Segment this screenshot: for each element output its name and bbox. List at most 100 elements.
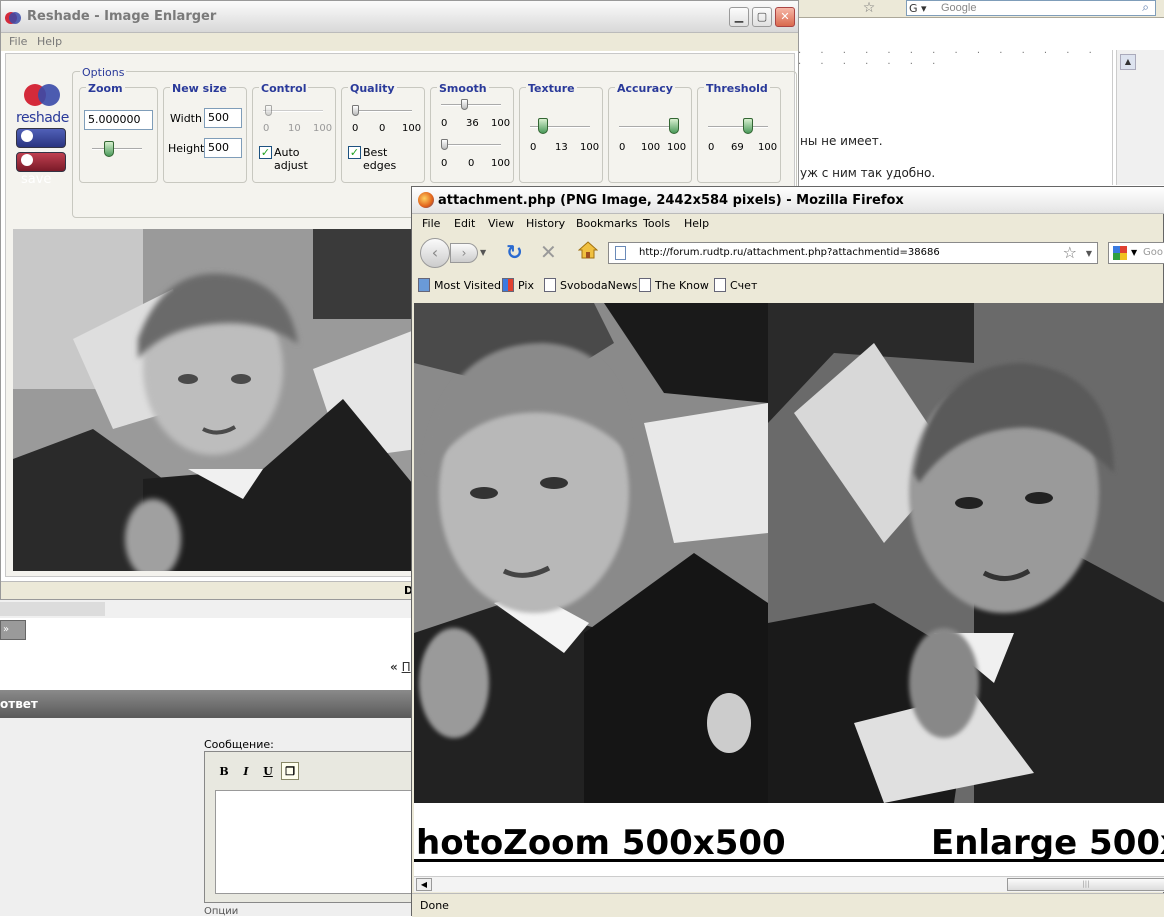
page-icon (615, 246, 626, 260)
background-scrollbar[interactable]: ▲ (1116, 50, 1164, 185)
scroll-up-icon[interactable]: ▲ (1120, 54, 1136, 70)
quality-slider-track[interactable] (352, 110, 412, 112)
menu-file[interactable]: File (9, 35, 27, 48)
caption-left: hotoZoom 500x500 (416, 823, 786, 863)
back-button[interactable]: ‹ (420, 238, 450, 268)
auto-adjust-checkbox[interactable]: ✓ (259, 146, 272, 159)
background-nav-link[interactable]: « П (390, 660, 411, 674)
firefox-menubar: File Edit View History Bookmarks Tools H… (412, 214, 1164, 234)
message-editor: B I U ❐ (204, 751, 413, 903)
zoom-input[interactable]: 5.000000 (84, 110, 153, 130)
smooth-slider-1-thumb[interactable] (461, 99, 468, 110)
firefox-statusbar: Done (412, 893, 1164, 917)
home-icon[interactable] (578, 241, 598, 259)
texture-mid: 13 (555, 142, 568, 153)
ff-menu-view[interactable]: View (488, 217, 514, 230)
width-input[interactable]: 500 (204, 108, 242, 128)
bookmark-schet[interactable]: Счет (714, 278, 757, 292)
comparison-image (414, 303, 1164, 803)
texture-slider-thumb[interactable] (538, 118, 548, 134)
control-slider-thumb (265, 105, 272, 116)
history-dropdown-icon[interactable]: ▼ (480, 248, 486, 257)
zoom-slider-thumb[interactable] (104, 141, 114, 157)
search-engine-dropdown-icon[interactable]: ▼ (1131, 248, 1137, 257)
ff-menu-bookmarks[interactable]: Bookmarks (576, 217, 637, 230)
google-icon[interactable]: G ▾ (909, 2, 927, 15)
options-label: Options (80, 66, 127, 79)
ff-menu-edit[interactable]: Edit (454, 217, 475, 230)
bookmark-most-visited[interactable]: Most Visited (418, 278, 501, 292)
url-dropdown-icon[interactable]: ▼ (1086, 249, 1092, 258)
quality-max: 100 (402, 123, 422, 134)
quality-mid: 0 (379, 123, 386, 134)
smooth-slider-2-track[interactable] (441, 144, 501, 146)
reply-bar: ответ (0, 690, 412, 718)
accuracy-title: Accuracy (615, 82, 675, 95)
firefox-search-box[interactable]: ▼ Goo (1108, 242, 1164, 264)
background-search-placeholder: Google (941, 2, 977, 14)
smooth-2-max: 100 (491, 158, 511, 169)
scroll-left-icon[interactable]: ◀ (416, 878, 432, 891)
search-icon[interactable]: ⌕ (1142, 0, 1149, 15)
ff-menu-tools[interactable]: Tools (643, 217, 670, 230)
reshade-titlebar[interactable]: Reshade - Image Enlarger ▁ ▢ ✕ (1, 1, 798, 33)
underline-button[interactable]: U (259, 763, 277, 781)
address-bar[interactable]: http://forum.rudtp.ru/attachment.php?att… (608, 242, 1098, 264)
threshold-group: Threshold 0 69 100 (697, 82, 781, 183)
smooth-1-min: 0 (441, 118, 448, 129)
accuracy-slider-thumb[interactable] (669, 118, 679, 134)
scrollbar-thumb[interactable]: ||| (1007, 878, 1164, 891)
quality-slider-thumb[interactable] (352, 105, 359, 116)
forward-button[interactable]: › (450, 243, 478, 263)
reshade-logo: reshade (16, 84, 70, 126)
bookmark-svobodanews[interactable]: SvobodaNews (544, 278, 637, 292)
threshold-min: 0 (708, 142, 715, 153)
bookmark-star-icon[interactable]: ☆ (858, 0, 880, 16)
maximize-button[interactable]: ▢ (752, 7, 772, 27)
ff-menu-file[interactable]: File (422, 217, 440, 230)
firefox-content: hotoZoom 500x500 Enlarge 500x (414, 303, 1164, 876)
close-button[interactable]: ✕ (775, 7, 795, 27)
address-text[interactable]: http://forum.rudtp.ru/attachment.php?att… (639, 247, 940, 258)
save-button[interactable]: save (16, 152, 66, 187)
control-title: Control (259, 82, 309, 95)
italic-button[interactable]: I (237, 763, 255, 781)
control-slider-track (263, 110, 323, 112)
message-textarea[interactable] (215, 790, 413, 894)
height-input[interactable]: 500 (204, 138, 242, 158)
threshold-slider-track[interactable] (708, 126, 768, 128)
open-button[interactable]: open (16, 128, 66, 163)
background-search-box[interactable]: G ▾ Google ⌕ (906, 0, 1156, 16)
minimize-button[interactable]: ▁ (729, 7, 749, 27)
quality-group: Quality 0 0 100 ✓ Best edges (341, 82, 425, 183)
threshold-slider-thumb[interactable] (743, 118, 753, 134)
stop-icon[interactable]: ✕ (540, 240, 557, 264)
bookmark-the-know[interactable]: The Know (639, 278, 709, 292)
bold-button[interactable]: B (215, 763, 233, 781)
preview-image[interactable] (13, 229, 417, 571)
options-fieldset-label: Опции (204, 906, 239, 917)
quote-icon[interactable]: ❐ (281, 762, 299, 780)
bookmark-star-icon[interactable]: ☆ (1063, 243, 1077, 262)
best-edges-checkbox[interactable]: ✓ (348, 146, 361, 159)
caption-right: Enlarge 500x (931, 823, 1164, 863)
reload-icon[interactable]: ↻ (506, 240, 523, 264)
horizontal-scrollbar[interactable]: ◀ ||| (414, 876, 1164, 892)
accuracy-group: Accuracy 0 100 100 (608, 82, 692, 183)
ff-menu-help[interactable]: Help (684, 217, 709, 230)
status-text: Done (420, 899, 449, 912)
background-button[interactable]: » (0, 620, 26, 640)
nav-link-text[interactable]: П (402, 660, 411, 674)
ff-menu-history[interactable]: History (526, 217, 565, 230)
background-strip (0, 600, 412, 618)
control-max: 100 (313, 123, 333, 134)
firefox-titlebar[interactable]: attachment.php (PNG Image, 2442x584 pixe… (412, 187, 1164, 214)
bookmark-pix[interactable]: Pix (502, 278, 534, 292)
smooth-slider-1-track[interactable] (441, 104, 501, 106)
smooth-slider-2-thumb[interactable] (441, 139, 448, 150)
menu-help[interactable]: Help (37, 35, 62, 48)
zoom-slider-track[interactable] (92, 148, 142, 150)
zoom-title: Zoom (86, 82, 125, 95)
open-icon (21, 130, 33, 142)
control-mid: 10 (288, 123, 301, 134)
